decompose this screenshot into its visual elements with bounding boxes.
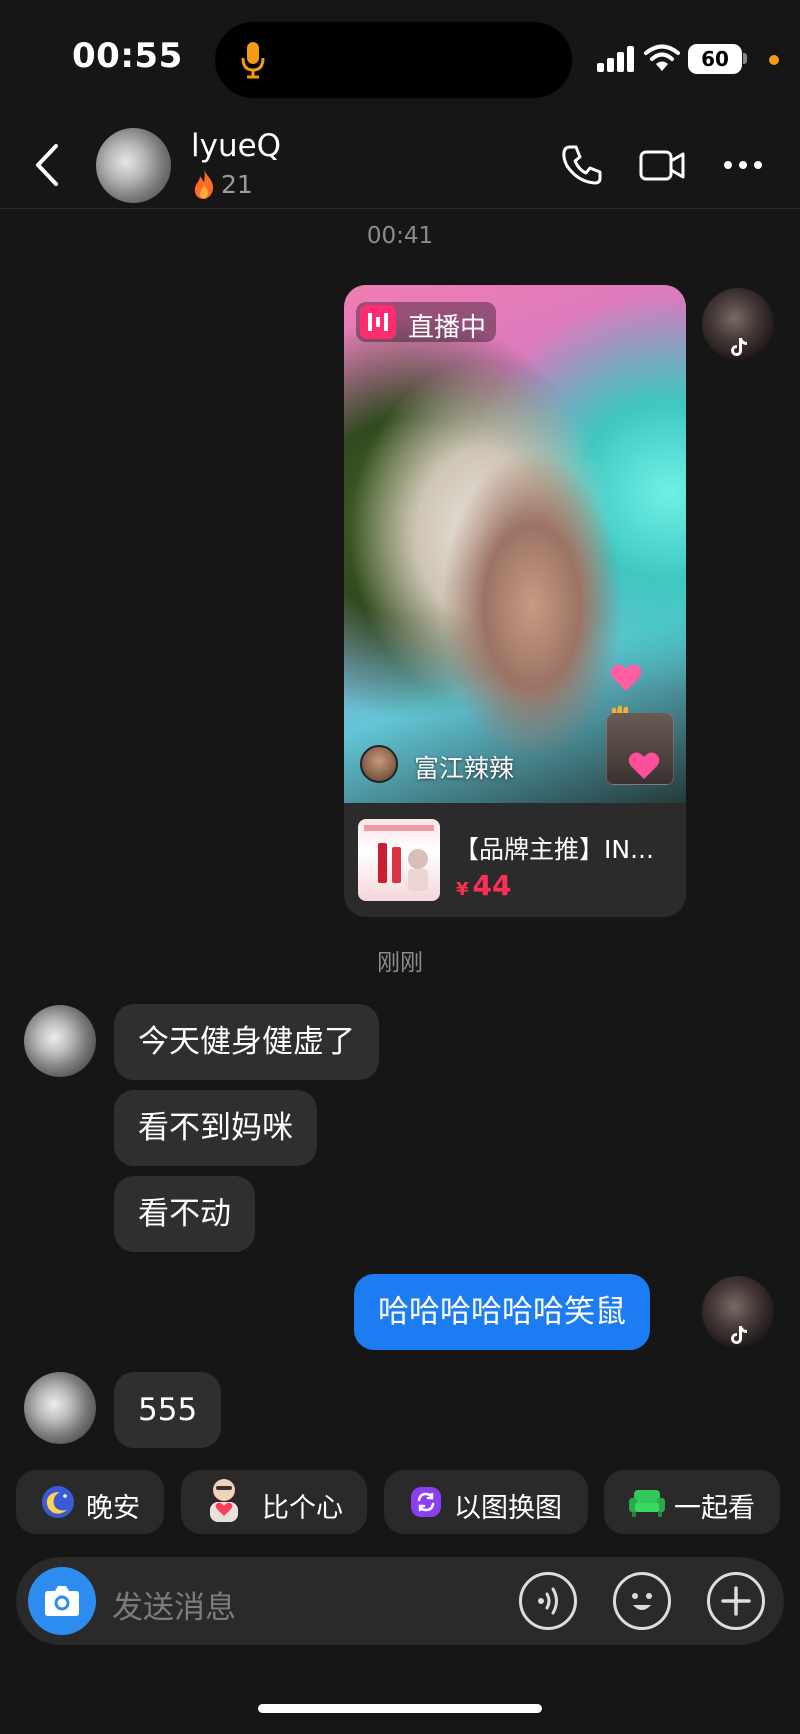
shared-live-card[interactable]: 直播中 富江辣辣 【品牌主推】IN... ¥44 [344,285,686,917]
tiktok-logo-icon [731,338,747,356]
moon-icon [42,1486,74,1518]
more-options-icon[interactable] [722,143,764,187]
chip-label: 以图换图 [454,1493,562,1524]
camera-icon [45,1586,79,1616]
home-indicator[interactable] [258,1704,542,1713]
smiley-icon [632,1593,652,1610]
battery-tip [743,53,747,64]
streamer-name: 富江辣辣 [414,754,515,783]
live-logo-icon [360,305,396,339]
message-bubble[interactable]: 555 [114,1372,222,1448]
live-bars-icon [368,313,388,331]
chip-label: 晚安 [86,1493,140,1524]
plus-icon [721,1586,751,1616]
live-status-text: 直播中 [408,313,487,343]
product-title[interactable]: 【品牌主推】IN... [454,830,674,866]
message-bubble[interactable]: 看不动 [114,1176,255,1252]
flame-icon [194,169,214,199]
friend-avatar[interactable] [24,1372,96,1444]
tiktok-logo-icon [731,1326,747,1344]
wifi-icon [644,44,680,71]
contact-name[interactable]: lyueQ [191,128,281,164]
friend-avatar[interactable] [24,1005,96,1077]
streak-count: 21 [221,170,253,199]
sofa-icon [629,1490,665,1517]
header-divider [0,208,800,209]
chip-label: 比个心 [262,1493,343,1524]
floating-heart-icon [628,752,660,779]
phone-call-icon[interactable] [560,143,604,187]
video-call-icon[interactable] [638,143,686,187]
lipstick-product-image [364,825,434,891]
voice-message-button[interactable] [519,1572,577,1630]
chat-timestamp: 刚刚 [377,950,423,976]
emoji-button[interactable] [613,1572,671,1630]
my-message-bubble[interactable]: 哈哈哈哈哈哈笑鼠 [354,1274,650,1350]
contact-avatar[interactable] [96,128,171,203]
message-bubble[interactable]: 看不到妈咪 [114,1090,317,1166]
floating-heart-icon [610,664,642,691]
privacy-indicator-dot [769,55,779,65]
dynamic-island [215,22,572,98]
price-currency: ¥ [456,879,469,900]
back-arrow-icon[interactable] [30,142,64,188]
chip-label: 一起看 [674,1493,755,1524]
swap-image-icon [411,1487,441,1517]
message-input[interactable]: 发送消息 [112,1582,236,1627]
cellular-signal-icon [597,46,634,72]
product-price: ¥44 [456,869,512,902]
camera-button[interactable] [28,1567,96,1635]
battery-indicator: 60 [688,44,742,74]
streamer-avatar [360,745,398,783]
product-thumbnail[interactable] [358,819,440,901]
message-bubble[interactable]: 今天健身健虚了 [114,1004,379,1080]
status-time: 00:55 [72,36,183,76]
microphone-icon [241,42,265,79]
voice-wave-icon [538,1587,558,1615]
chat-timestamp: 00:41 [366,223,434,249]
heart-gesture-icon [210,1479,238,1522]
add-more-button[interactable] [707,1572,765,1630]
price-value: 44 [472,869,512,902]
